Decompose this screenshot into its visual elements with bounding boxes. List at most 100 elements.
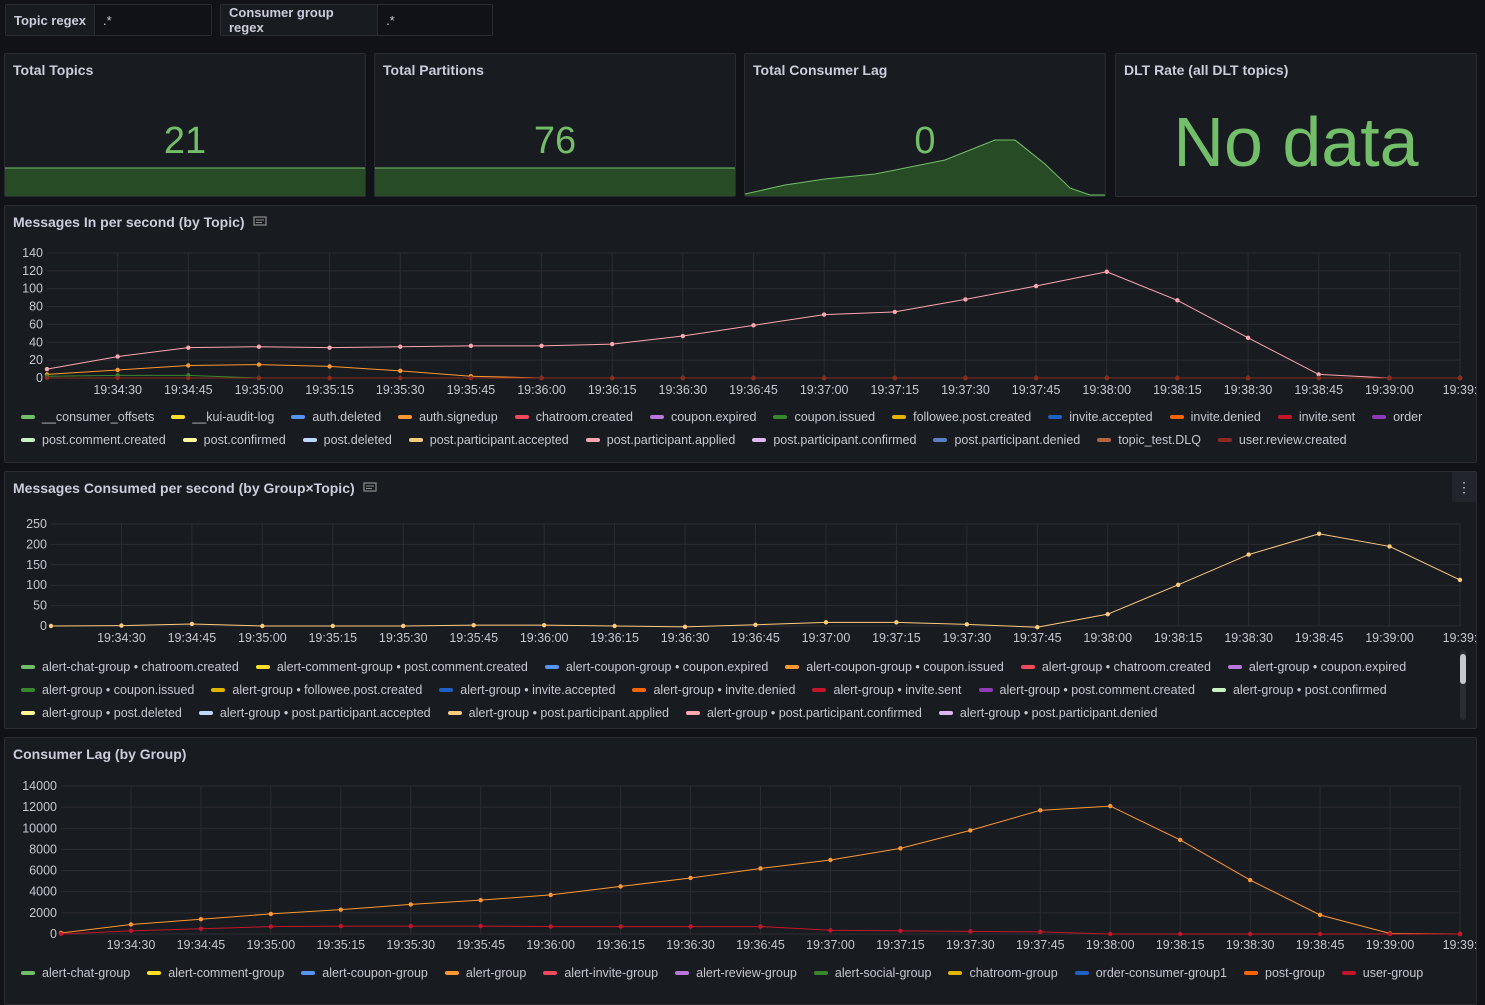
legend-item[interactable]: alert-group • post.participant.denied: [938, 704, 1157, 721]
data-point[interactable]: [198, 917, 204, 922]
data-point[interactable]: [408, 902, 413, 907]
total-partitions-panel[interactable]: Total Partitions 76: [374, 53, 736, 197]
consumer-lag-panel[interactable]: Consumer Lag (by Group) 14000 12000 10000 8…: [4, 737, 1477, 1005]
data-point[interactable]: [758, 924, 763, 929]
data-point[interactable]: [1457, 931, 1463, 937]
data-point[interactable]: [256, 344, 262, 349]
data-point[interactable]: [408, 923, 413, 929]
legend-item[interactable]: __consumer_offsets: [21, 408, 154, 425]
legend-item[interactable]: alert-group • post.comment.created: [978, 681, 1195, 698]
legend-item[interactable]: alert-group • followee.post.created: [211, 681, 422, 698]
legend-item[interactable]: post.participant.confirmed: [752, 431, 916, 448]
legend-item[interactable]: followee.post.created: [892, 408, 1031, 425]
data-point[interactable]: [1108, 931, 1113, 937]
data-point[interactable]: [186, 345, 191, 350]
data-point[interactable]: [618, 884, 623, 889]
data-point[interactable]: [894, 620, 899, 625]
data-point[interactable]: [1178, 931, 1183, 937]
legend-item[interactable]: user-group: [1341, 964, 1423, 981]
data-point[interactable]: [58, 931, 64, 937]
total-consumer-lag-panel[interactable]: Total Consumer Lag 0: [744, 53, 1106, 197]
data-point[interactable]: [401, 623, 406, 629]
legend-item[interactable]: post.deleted: [302, 431, 392, 448]
data-point[interactable]: [610, 341, 615, 347]
legend-item[interactable]: chatroom-group: [948, 964, 1058, 981]
data-point[interactable]: [541, 622, 547, 628]
data-point[interactable]: [1175, 298, 1180, 303]
legend-item[interactable]: auth.deleted: [291, 408, 381, 425]
data-point[interactable]: [751, 375, 756, 381]
legend-item[interactable]: alert-group • post.participant.confirmed: [685, 704, 922, 721]
data-point[interactable]: [398, 375, 403, 381]
messages-in-chart[interactable]: 140 120 100 80 60 40 20 0 19:34:30 19:34:45 19:35:…: [5, 206, 1476, 406]
data-point[interactable]: [618, 924, 623, 929]
data-point[interactable]: [1175, 375, 1180, 381]
legend-item[interactable]: user.review.created: [1217, 431, 1347, 448]
legend-item[interactable]: post.participant.denied: [933, 431, 1080, 448]
legend-item[interactable]: alert-comment-group • post.comment.creat…: [255, 658, 528, 675]
data-point[interactable]: [1247, 877, 1253, 883]
data-point[interactable]: [1038, 808, 1043, 813]
data-point[interactable]: [892, 309, 897, 315]
data-point[interactable]: [1105, 611, 1110, 617]
data-point[interactable]: [963, 297, 968, 302]
data-point[interactable]: [327, 375, 332, 381]
legend-item[interactable]: topic_test.DLQ: [1097, 431, 1201, 448]
data-point[interactable]: [330, 623, 335, 629]
data-point[interactable]: [1245, 375, 1251, 381]
legend-item[interactable]: order: [1372, 408, 1422, 425]
data-point[interactable]: [256, 375, 262, 381]
data-point[interactable]: [468, 375, 474, 381]
data-point[interactable]: [115, 367, 120, 373]
legend-item[interactable]: alert-review-group: [675, 964, 797, 981]
data-point[interactable]: [115, 375, 120, 381]
legend-item[interactable]: post-group: [1244, 964, 1325, 981]
legend-item[interactable]: alert-chat-group: [21, 964, 130, 981]
data-point[interactable]: [1246, 552, 1251, 557]
legend-item[interactable]: chatroom.created: [514, 408, 633, 425]
data-point[interactable]: [821, 312, 827, 317]
data-point[interactable]: [1316, 375, 1321, 381]
data-point[interactable]: [338, 907, 343, 912]
topic-regex-input[interactable]: .*: [95, 5, 211, 35]
legend-item[interactable]: alert-group • post.deleted: [21, 704, 182, 721]
data-point[interactable]: [1247, 931, 1253, 937]
legend-item[interactable]: post.comment.created: [21, 431, 166, 448]
legend-item[interactable]: post.participant.accepted: [408, 431, 569, 448]
data-point[interactable]: [398, 344, 403, 349]
data-point[interactable]: [539, 375, 544, 381]
data-point[interactable]: [256, 362, 262, 367]
legend-item[interactable]: post.participant.applied: [585, 431, 735, 448]
data-point[interactable]: [539, 343, 544, 349]
messages-consumed-chart[interactable]: 250 200 150 100 50 0 19:34:30 19:34:45 19:35:00 1…: [5, 472, 1476, 657]
legend-item[interactable]: alert-group • invite.denied: [632, 681, 795, 698]
data-point[interactable]: [186, 363, 191, 368]
legend-scroll-thumb[interactable]: [1460, 654, 1466, 684]
legend-item[interactable]: alert-coupon-group • coupon.issued: [785, 658, 1004, 675]
legend-item[interactable]: invite.accepted: [1048, 408, 1153, 425]
data-point[interactable]: [186, 375, 191, 381]
legend-item[interactable]: alert-coupon-group: [301, 964, 428, 981]
legend-item[interactable]: invite.denied: [1169, 408, 1261, 425]
data-point[interactable]: [1178, 837, 1183, 843]
data-point[interactable]: [682, 624, 688, 630]
data-point[interactable]: [1038, 929, 1043, 935]
legend-item[interactable]: alert-group • post.participant.applied: [447, 704, 669, 721]
data-point[interactable]: [471, 622, 476, 628]
data-point[interactable]: [1176, 582, 1181, 587]
data-point[interactable]: [1035, 625, 1040, 630]
data-point[interactable]: [327, 364, 332, 369]
data-point[interactable]: [115, 354, 120, 359]
data-point[interactable]: [1108, 803, 1113, 809]
legend-item[interactable]: alert-group • post.participant.accepted: [198, 704, 431, 721]
legend-scrollbar[interactable]: [1460, 650, 1466, 720]
legend-item[interactable]: alert-group • coupon.expired: [1227, 658, 1406, 675]
legend-item[interactable]: alert-chat-group • chatroom.created: [21, 658, 239, 675]
data-point[interactable]: [398, 368, 403, 374]
data-point[interactable]: [680, 333, 686, 339]
data-point[interactable]: [1104, 269, 1109, 274]
data-point[interactable]: [1387, 931, 1393, 937]
data-point[interactable]: [758, 866, 763, 871]
data-point[interactable]: [44, 366, 50, 372]
legend-item[interactable]: coupon.expired: [649, 408, 756, 425]
